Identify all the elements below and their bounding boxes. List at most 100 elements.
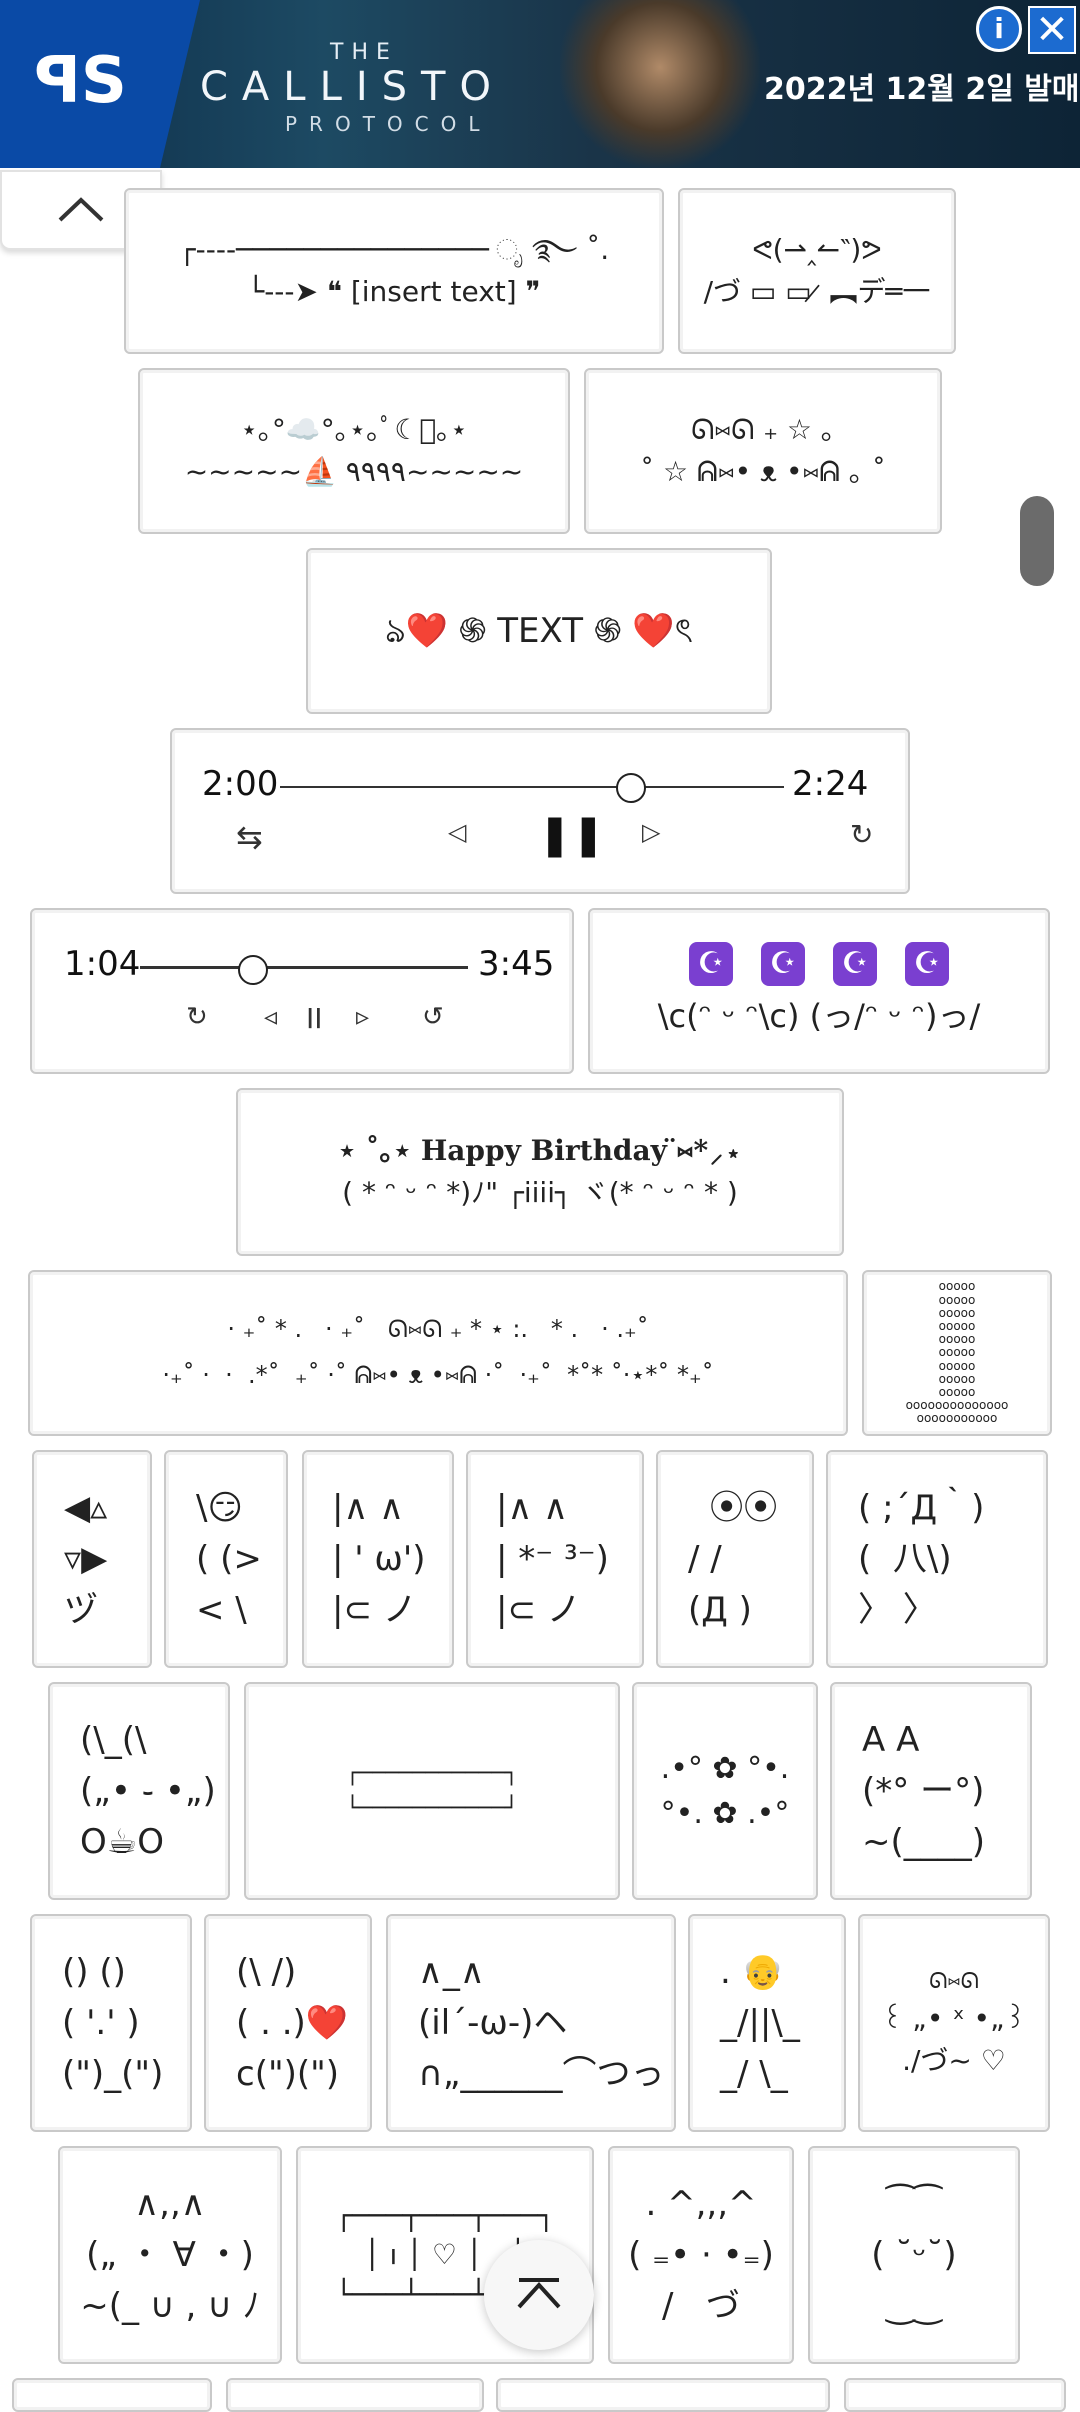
card-line: °•. ✿ .•° — [660, 1796, 790, 1831]
card-smirk-kaomoji[interactable]: \😏 ( (> < \ — [164, 1450, 288, 1668]
card-line: ooooo — [938, 1371, 976, 1386]
card-line: |⊂ ノ — [496, 1589, 581, 1630]
card-line: ⦿⦿ — [688, 1487, 778, 1528]
repeat-icon: ↻ — [850, 818, 874, 851]
card-cloud-boat[interactable]: ⋆｡°☁️°｡⋆｡ﾟ☾ﾟ｡⋆ ~~~~~⛵ ٩٩٩٩~~~~~ — [138, 368, 570, 534]
previous-icon: ◃ — [264, 1002, 278, 1032]
ad-subtitle: PROTOCOL — [285, 112, 492, 136]
card-bunny-stars[interactable]: ᘏ⑅ᘏ ₊ ☆ ｡ ˚ ☆ ᕱ⑅• ᴥ •⑅ᕱ ｡ ˚ — [584, 368, 942, 534]
card-bunny-1[interactable]: () () ( '.' ) (")_(") — [30, 1914, 192, 2132]
scroll-handle[interactable] — [1020, 496, 1054, 586]
card-line: \😏 — [196, 1487, 243, 1528]
card-music-player-1[interactable]: 2:00 2:24 ⇆ ◁ ❚❚ ▷ ↻ — [170, 728, 910, 894]
card-line: ( 八\) — [858, 1538, 952, 1579]
card-cat-box[interactable]: A A (*° ー°) ~(____) — [830, 1682, 1032, 1900]
card-line: ( '.' ) — [62, 2002, 140, 2043]
card-line: ( ˘ᵕ˘) — [871, 2234, 957, 2275]
repeat-icon: ↻ — [186, 1002, 208, 1032]
card-heart-text[interactable]: ঌ❤️ ֍ TEXT ֍ ❤️ৎ — [306, 548, 772, 714]
ad-title: CALLISTO — [200, 64, 505, 110]
player-progress-knob — [616, 773, 646, 803]
card-partial[interactable] — [844, 2378, 1066, 2412]
card-line: ( * ᵔ ᵕ ᵔ *)ﾉ" ┌iiii┐ ヾ(* ᵔ ᵕ ᵔ * ) — [342, 1176, 738, 1209]
card-line: / / — [688, 1538, 722, 1579]
card-happy-birthday[interactable]: ⋆ ˚｡⋆ Happy Birthday ̈⑅*⸝⋆ ( * ᵔ ᵕ ᵔ *)ﾉ… — [236, 1088, 844, 1256]
card-line: ( ;´Д｀) — [858, 1487, 985, 1528]
info-icon[interactable]: i — [976, 6, 1022, 52]
card-line: (")_(") — [62, 2053, 164, 2094]
card-line: ‿‿ — [886, 2285, 942, 2326]
card-moon-kaomoji[interactable]: ☪ ☪ ☪ ☪ \c(ᵔ ᵕ ᵔ\c) (っ/ᵔ ᵕ ᵔ)っ/ — [588, 908, 1050, 1074]
player-progress-track — [280, 786, 784, 788]
card-line: (\ /) — [236, 1951, 297, 1992]
card-line: ooooo — [938, 1358, 976, 1373]
card-line: .•° ✿ °•. — [660, 1751, 790, 1786]
card-bunny-heart[interactable]: (\ /) ( . .)❤️ c(")(") — [204, 1914, 372, 2132]
ad-the: THE — [330, 40, 398, 65]
card-bunny-sparkles[interactable]: · ₊˚ * . · ₊˚ ᘏ⑅ᘏ ₊ * ⋆ :. * . · .₊˚ ·₊˚… — [28, 1270, 848, 1436]
card-bunny-love[interactable]: ᘏ⑅ᘏ ꒰ „• ˣ •„꒱ ./づ~ ♡ — [858, 1914, 1050, 2132]
card-line: _/ \_ — [720, 2053, 788, 2094]
card-line: \c(ᵔ ᵕ ᵔ\c) (っ/ᵔ ᵕ ᵔ)っ/ — [657, 997, 981, 1035]
close-icon[interactable]: ✕ — [1028, 6, 1076, 54]
card-line: c(")(") — [236, 2053, 340, 2094]
chevron-up-icon — [58, 197, 104, 222]
card-insert-text[interactable]: ┌----─────────────── ೃ ࿐ ˚. └---➤ ❝ [ins… — [124, 188, 664, 354]
card-line: O☕O — [80, 1821, 165, 1862]
shuffle-icon: ⇆ — [236, 818, 263, 856]
ad-banner[interactable]: ꟼS THE CALLISTO PROTOCOL 2022년 12월 2일 발매… — [0, 0, 1080, 168]
card-line: / づ — [662, 2285, 740, 2326]
chevron-up-icon — [517, 2278, 561, 2309]
player-progress-track — [140, 966, 468, 969]
card-flower-frame[interactable]: .•° ✿ °•. °•. ✿ .•° — [632, 1682, 818, 1900]
card-old-man[interactable]: . 👴 _/||\_ _/ \_ — [688, 1914, 846, 2132]
player-total-time: 3:45 — [478, 944, 555, 984]
card-line: ˚ ☆ ᕱ⑅• ᴥ •⑅ᕱ ｡ ˚ — [640, 455, 886, 488]
card-partial[interactable] — [496, 2378, 830, 2412]
card-line: |⊂ ノ — [332, 1589, 417, 1630]
player-total-time: 2:24 — [792, 764, 869, 804]
card-shocked-kaomoji[interactable]: ( ;´Д｀) ( 八\) 〉 〉 — [826, 1450, 1048, 1668]
card-line: ( . .)❤️ — [236, 2002, 349, 2043]
card-line: () () — [62, 1951, 126, 1992]
card-line: ∧,,∧ — [134, 2183, 206, 2224]
card-line: ┌───────────┐ — [345, 1760, 519, 1786]
card-line: (*° ー°) — [862, 1770, 985, 1811]
card-arrow-art[interactable]: ooooo ooooo ooooo ooooo ooooo ooooo oooo… — [862, 1270, 1052, 1436]
player-current-time: 1:04 — [64, 944, 141, 984]
pause-icon: ❚❚ — [538, 812, 606, 858]
card-arrows-kaomoji[interactable]: ◀▵ ▿▶ ヅ — [32, 1450, 152, 1668]
moon-icon: ☪ — [689, 942, 733, 986]
moon-icon: ☪ — [761, 942, 805, 986]
ad-release-date: 2022년 12월 2일 발매 — [764, 72, 1080, 107]
card-sleepy-kaomoji[interactable]: ∧_∧ (il´-ω-)ヘ ∩„______⌒つっ — [386, 1914, 676, 2132]
back-to-top-button[interactable] — [484, 2240, 594, 2350]
moon-icon: ☪ — [905, 942, 949, 986]
card-line: 〉 〉 — [858, 1589, 937, 1630]
card-line: ~~~~~⛵ ٩٩٩٩~~~~~ — [184, 455, 524, 488]
card-line: ヅ — [64, 1589, 98, 1630]
card-line: |∧ ∧ — [496, 1487, 569, 1528]
card-line: . ^,,,^ — [645, 2183, 757, 2224]
player-current-time: 2:00 — [202, 764, 279, 804]
ad-character-image — [560, 0, 760, 168]
card-line: └───────────┘ — [345, 1796, 519, 1821]
card-line: | ' ω') — [332, 1538, 426, 1579]
card-empty-frame[interactable]: ┌───────────┐ └───────────┘ — [244, 1682, 620, 1900]
card-partial[interactable] — [226, 2378, 484, 2412]
card-cat-walk[interactable]: . ^,,,^ ( ₌• · •₌) / づ — [608, 2146, 794, 2364]
card-line: ⋆ ˚｡⋆ Happy Birthday ̈⑅*⸝⋆ — [338, 1134, 742, 1167]
card-eyes-kaomoji[interactable]: ⦿⦿ / / (Д ) — [656, 1450, 814, 1668]
card-line: ◀▵ — [64, 1487, 108, 1528]
card-music-player-2[interactable]: 1:04 3:45 ↻ ◃ II ▹ ↺ — [30, 908, 574, 1074]
previous-icon: ◁ — [448, 818, 467, 846]
card-line: ┌----─────────────── ೃ ࿐ ˚. — [178, 233, 610, 266]
card-gun-kaomoji[interactable]: ᕙ(⇀‸↼‶)ᕗ /づ ▭ ▭ ̷ ︻デ═一 — [678, 188, 956, 354]
card-peek-kaomoji-2[interactable]: |∧ ∧ | *⁻ ³⁻) |⊂ ノ — [466, 1450, 644, 1668]
card-partial[interactable] — [12, 2378, 212, 2412]
card-peek-kaomoji-1[interactable]: |∧ ∧ | ' ω') |⊂ ノ — [302, 1450, 454, 1668]
card-bunny-coffee[interactable]: (\_(\ („• ֊ •„) O☕O — [48, 1682, 230, 1900]
card-cloud-face[interactable]: ⁀⁀ ( ˘ᵕ˘) ‿‿ — [808, 2146, 1020, 2364]
card-line: |∧ ∧ — [332, 1487, 405, 1528]
card-cat-sleep[interactable]: ∧,,∧ („ ・ ∀ ・) ~(_ ∪ , ∪ ﾉ — [58, 2146, 282, 2364]
